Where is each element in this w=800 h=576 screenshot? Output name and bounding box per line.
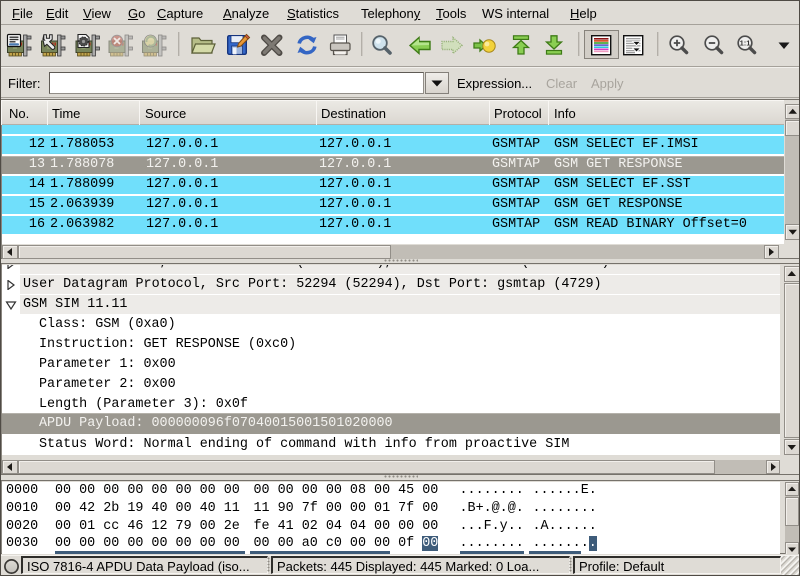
- svg-text:1:1: 1:1: [740, 39, 751, 48]
